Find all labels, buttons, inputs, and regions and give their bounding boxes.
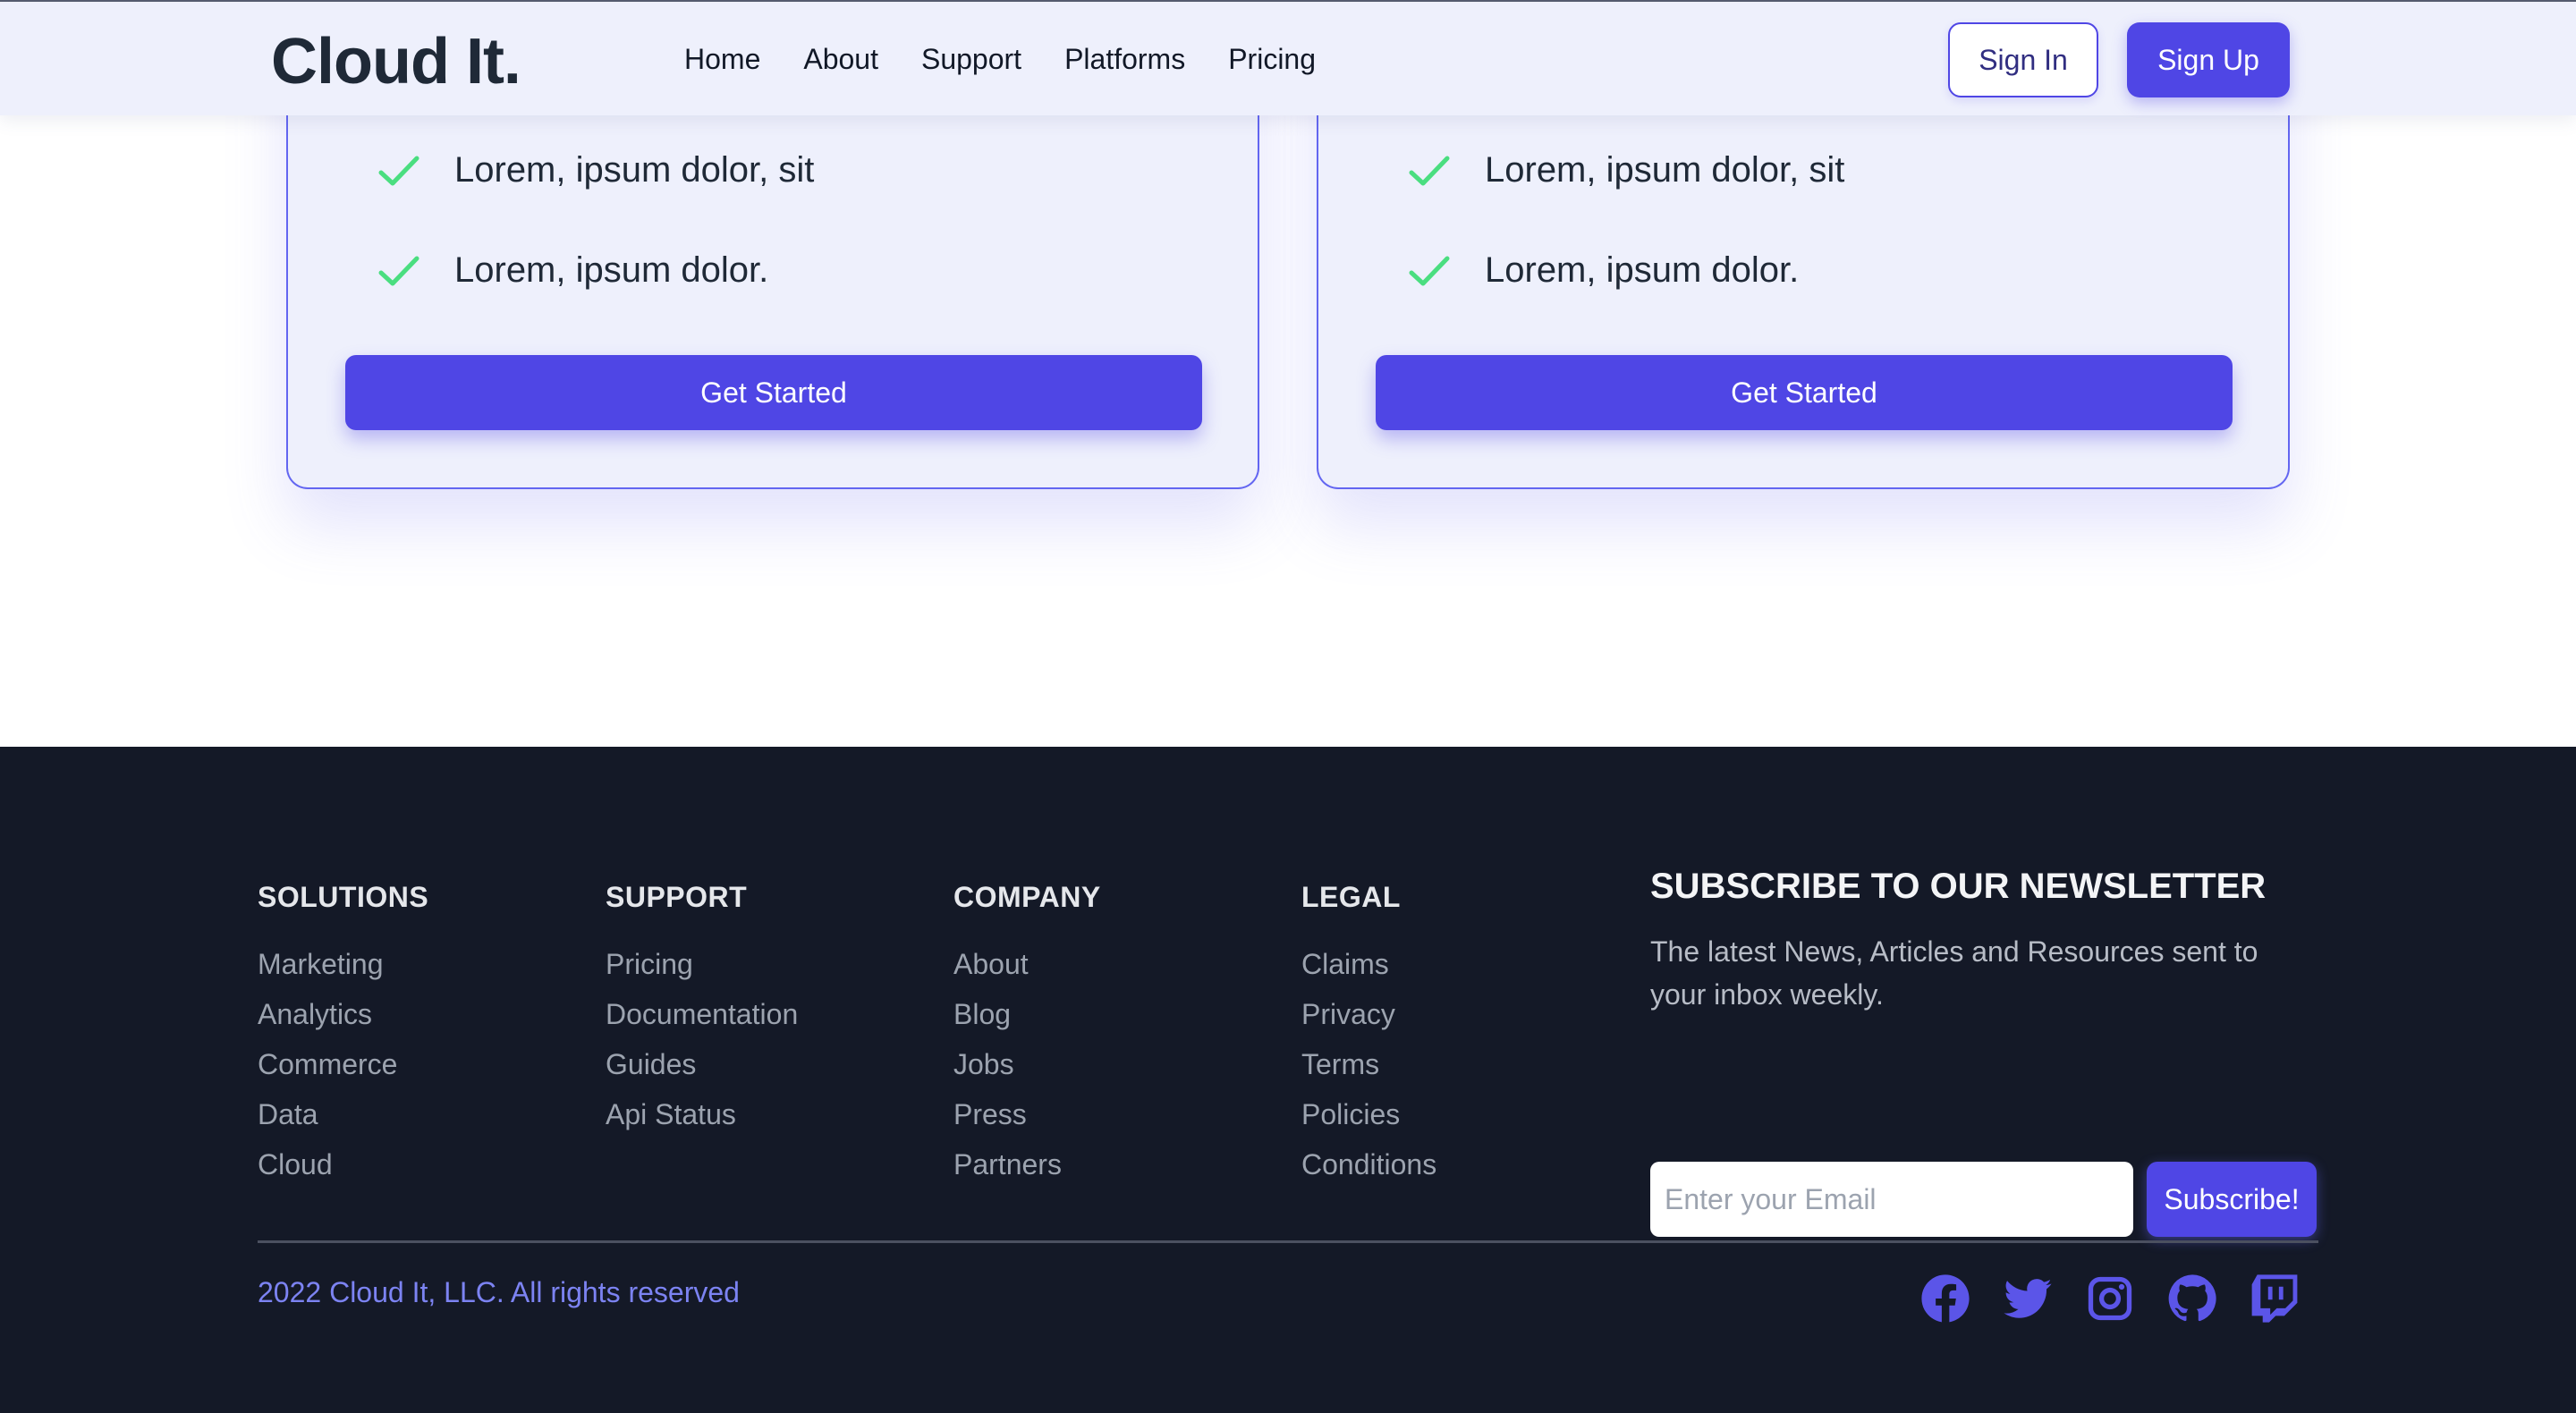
nav-link-about[interactable]: About [803,43,878,76]
feature-item: Lorem, ipsum dolor. [1408,250,1799,291]
nav-link-home[interactable]: Home [684,43,760,76]
footer-link[interactable]: Blog [953,989,1101,1039]
footer-link[interactable]: Jobs [953,1039,1101,1089]
nav-link-platforms[interactable]: Platforms [1064,43,1185,76]
check-icon [1409,256,1450,285]
footer-link[interactable]: Commerce [258,1039,428,1089]
footer-link[interactable]: Claims [1301,939,1436,989]
newsletter-text: The latest News, Articles and Resources … [1650,935,2258,1011]
github-icon[interactable] [2166,1273,2218,1324]
footer-link[interactable]: Documentation [606,989,798,1039]
feature-item: Lorem, ipsum dolor. [377,250,768,291]
footer-link[interactable]: Pricing [606,939,798,989]
footer-link[interactable]: Data [258,1089,428,1139]
copyright: 2022 Cloud It, LLC. All rights reserved [258,1276,740,1308]
feature-item: Lorem, ipsum dolor, sit [1408,150,1844,190]
footer-column-title: LEGAL [1301,881,1401,913]
nav-link-pricing[interactable]: Pricing [1228,43,1316,76]
social-links [1919,1273,2301,1324]
instagram-icon[interactable] [2084,1273,2136,1324]
footer-link[interactable]: Press [953,1089,1101,1139]
navbar: Cloud It. Home About Support Platforms P… [0,0,2576,115]
logo[interactable]: Cloud It. [271,25,521,98]
check-icon [1409,156,1450,185]
footer-column-title: SUPPORT [606,881,748,913]
footer-column-title: SOLUTIONS [258,881,429,913]
footer-link[interactable]: Privacy [1301,989,1436,1039]
check-icon [378,256,419,285]
check-icon [378,156,419,185]
footer-link[interactable]: Analytics [258,989,428,1039]
sign-up-button[interactable]: Sign Up [2127,22,2290,97]
newsletter: SUBSCRIBE TO OUR NEWSLETTER The latest N… [1650,867,2321,1237]
footer-link[interactable]: Guides [606,1039,798,1089]
subscribe-button[interactable]: Subscribe! [2147,1162,2317,1237]
footer: SOLUTIONS Marketing Analytics Commerce D… [0,747,2576,1413]
newsletter-title: SUBSCRIBE TO OUR NEWSLETTER [1650,867,2267,906]
footer-link[interactable]: Marketing [258,939,428,989]
footer-column-company: COMPANY About Blog Jobs Press Partners [953,881,1101,1189]
footer-column-solutions: SOLUTIONS Marketing Analytics Commerce D… [258,881,428,1189]
twitter-icon[interactable] [2002,1273,2054,1324]
footer-link[interactable]: Api Status [606,1089,798,1139]
get-started-button[interactable]: Get Started [1376,355,2233,430]
sign-in-button[interactable]: Sign In [1948,22,2098,97]
footer-column-support: SUPPORT Pricing Documentation Guides Api… [606,881,798,1139]
feature-text: Lorem, ipsum dolor, sit [454,150,815,190]
footer-link[interactable]: Partners [953,1139,1101,1189]
footer-divider [258,1240,2318,1243]
footer-column-legal: LEGAL Claims Privacy Terms Policies Cond… [1301,881,1436,1189]
footer-link[interactable]: Conditions [1301,1139,1436,1189]
feature-text: Lorem, ipsum dolor. [1485,250,1800,290]
nav-links: Home About Support Platforms Pricing [684,43,1316,76]
nav-link-support[interactable]: Support [921,43,1021,76]
feature-item: Lorem, ipsum dolor, sit [377,150,814,190]
footer-link[interactable]: About [953,939,1101,989]
twitch-icon[interactable] [2249,1273,2301,1324]
feature-text: Lorem, ipsum dolor, sit [1485,150,1845,190]
footer-link[interactable]: Policies [1301,1089,1436,1139]
get-started-button[interactable]: Get Started [345,355,1202,430]
footer-column-title: COMPANY [953,881,1101,913]
footer-link[interactable]: Terms [1301,1039,1436,1089]
email-input[interactable] [1650,1162,2133,1237]
facebook-icon[interactable] [1919,1273,1971,1324]
footer-link[interactable]: Cloud [258,1139,428,1189]
feature-text: Lorem, ipsum dolor. [454,250,769,290]
